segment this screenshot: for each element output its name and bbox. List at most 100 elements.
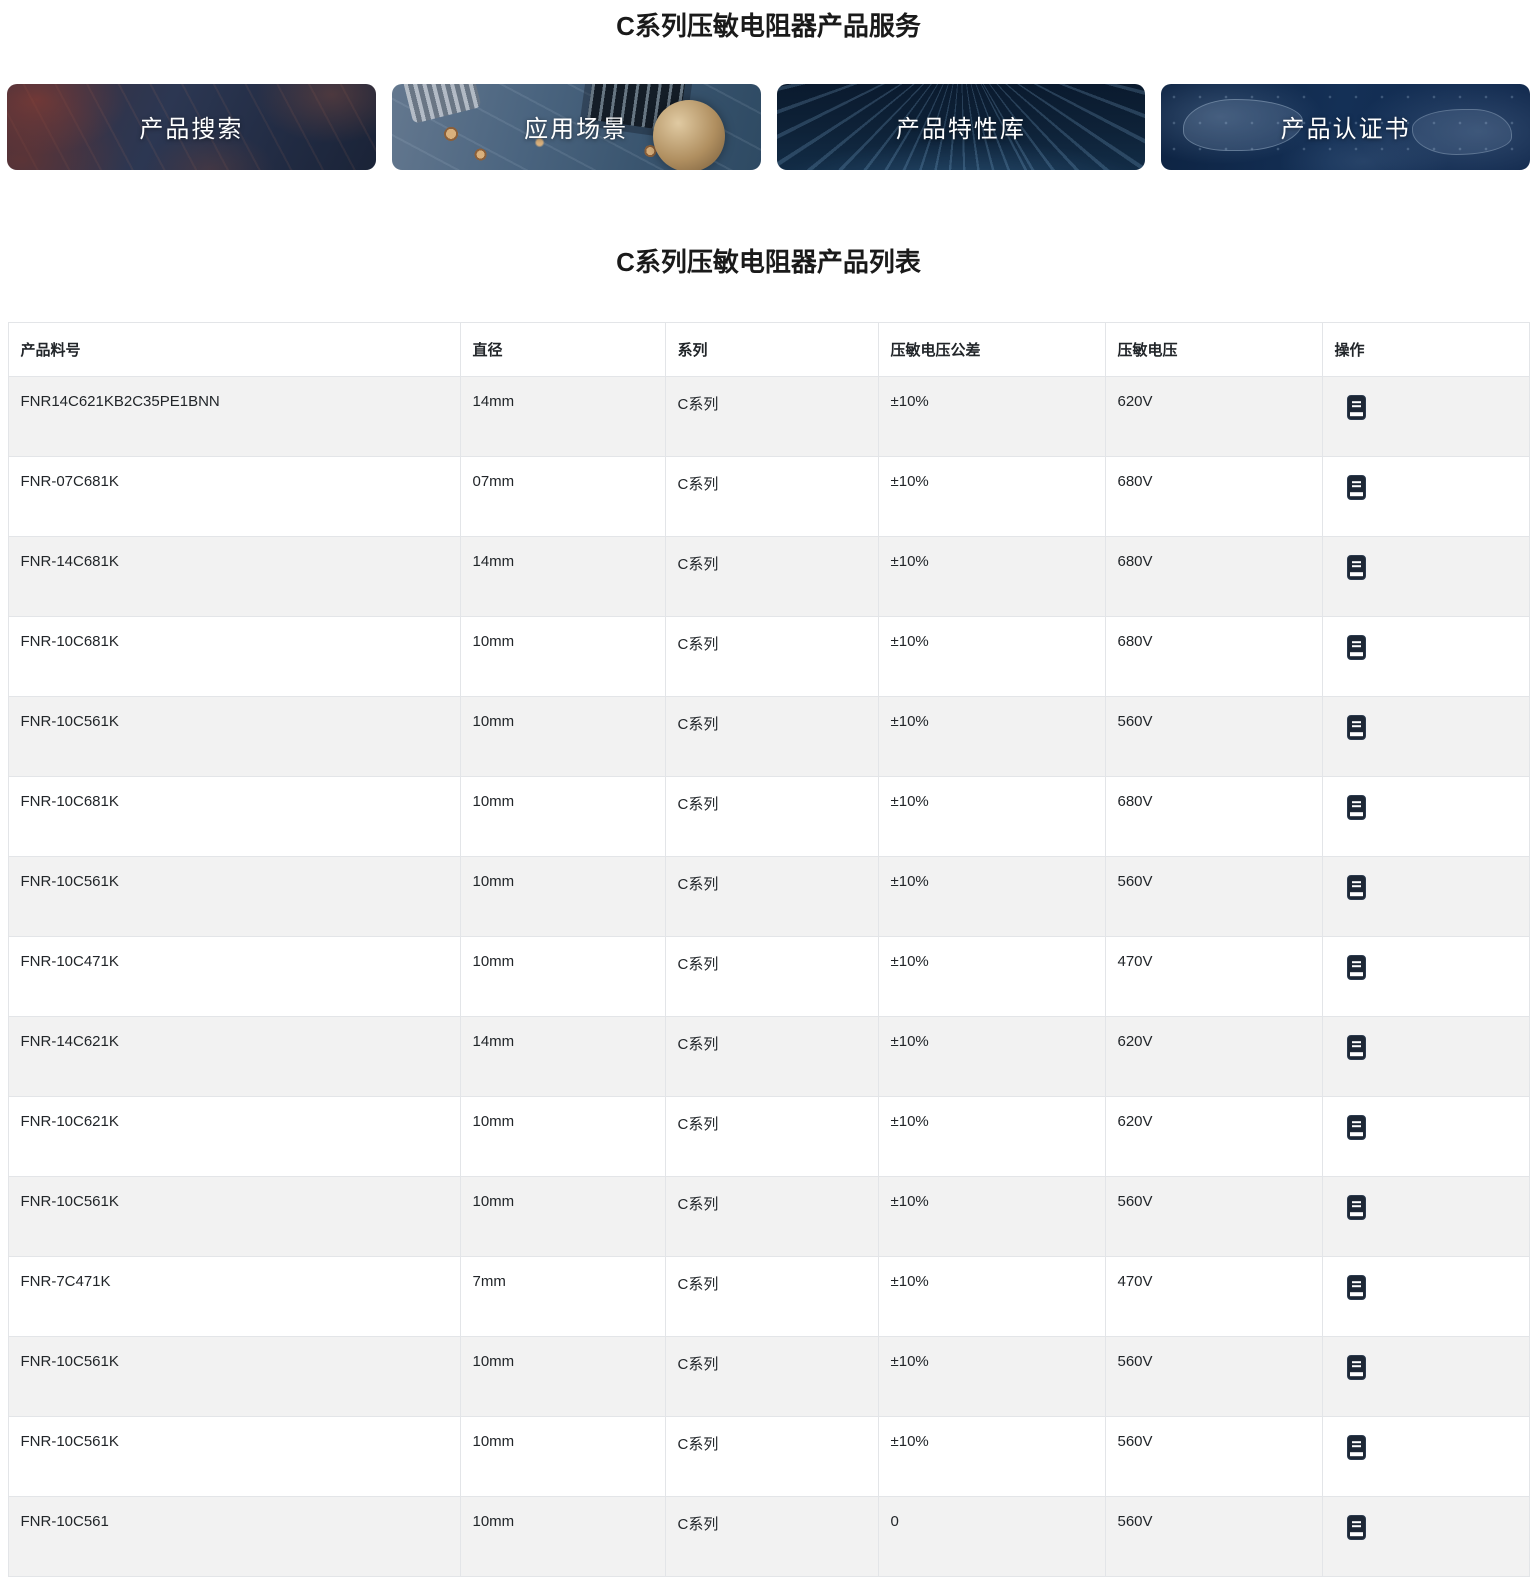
nav-banner-row: 产品搜索 应用场景 产品特性库 产品认证书 [0,84,1537,170]
book-icon [1347,715,1366,740]
book-icon [1347,1435,1366,1460]
cell-series: C系列 [665,1337,878,1417]
cell-series: C系列 [665,1417,878,1497]
cell-part-number: FNR14C621KB2C35PE1BNN [8,377,460,457]
cell-part-number: FNR-07C681K [8,457,460,537]
cell-part-number: FNR-14C681K [8,537,460,617]
view-document-button[interactable] [1347,875,1366,900]
cell-part-number: FNR-10C621K [8,1097,460,1177]
cell-diameter: 07mm [460,457,665,537]
cell-voltage-tolerance: ±10% [878,1337,1105,1417]
cell-voltage-tolerance: ±10% [878,1017,1105,1097]
cell-series: C系列 [665,1497,878,1577]
nav-button-product-certificates[interactable]: 产品认证书 [1161,84,1530,170]
cell-voltage-tolerance: ±10% [878,377,1105,457]
cell-part-number: FNR-10C561K [8,857,460,937]
column-header-series: 系列 [665,323,878,377]
cell-voltage-tolerance: ±10% [878,617,1105,697]
cell-series: C系列 [665,1257,878,1337]
nav-button-product-search[interactable]: 产品搜索 [7,84,376,170]
cell-varistor-voltage: 680V [1105,537,1322,617]
book-icon [1347,875,1366,900]
table-header-row: 产品料号 直径 系列 压敏电压公差 压敏电压 操作 [8,323,1529,377]
table-row: FNR-10C681K 10mm C系列 ±10% 680V [8,777,1529,857]
view-document-button[interactable] [1347,1275,1366,1300]
pcb-coil-decor [402,84,481,124]
cell-diameter: 10mm [460,617,665,697]
cell-diameter: 10mm [460,1177,665,1257]
cell-actions [1322,537,1529,617]
cell-varistor-voltage: 470V [1105,1257,1322,1337]
table-row: FNR-10C561K 10mm C系列 ±10% 560V [8,1417,1529,1497]
cell-voltage-tolerance: ±10% [878,537,1105,617]
cell-varistor-voltage: 620V [1105,1097,1322,1177]
cell-actions [1322,457,1529,537]
nav-button-product-characteristics-library[interactable]: 产品特性库 [777,84,1146,170]
view-document-button[interactable] [1347,1035,1366,1060]
cell-diameter: 7mm [460,1257,665,1337]
view-document-button[interactable] [1347,1355,1366,1380]
table-row: FNR-07C681K 07mm C系列 ±10% 680V [8,457,1529,537]
cell-series: C系列 [665,1097,878,1177]
view-document-button[interactable] [1347,795,1366,820]
cell-series: C系列 [665,857,878,937]
cell-diameter: 10mm [460,1497,665,1577]
column-header-varistor-voltage: 压敏电压 [1105,323,1322,377]
cell-series: C系列 [665,697,878,777]
cell-part-number: FNR-10C561 [8,1497,460,1577]
view-document-button[interactable] [1347,955,1366,980]
cell-series: C系列 [665,937,878,1017]
nav-button-label: 产品特性库 [896,109,1026,144]
view-document-button[interactable] [1347,1515,1366,1540]
cell-actions [1322,857,1529,937]
cell-diameter: 10mm [460,857,665,937]
nav-button-label: 产品认证书 [1281,109,1411,144]
cell-actions [1322,697,1529,777]
cell-part-number: FNR-14C621K [8,1017,460,1097]
cell-actions [1322,777,1529,857]
page-title: C系列压敏电阻器产品服务 [0,10,1537,43]
view-document-button[interactable] [1347,1435,1366,1460]
view-document-button[interactable] [1347,715,1366,740]
cell-part-number: FNR-10C561K [8,1417,460,1497]
cell-part-number: FNR-10C471K [8,937,460,1017]
nav-button-application-scenarios[interactable]: 应用场景 [392,84,761,170]
book-icon [1347,1195,1366,1220]
cell-actions [1322,1097,1529,1177]
book-icon [1347,955,1366,980]
cell-series: C系列 [665,617,878,697]
cell-diameter: 10mm [460,697,665,777]
cell-actions [1322,617,1529,697]
cell-varistor-voltage: 680V [1105,777,1322,857]
table-row: FNR-10C471K 10mm C系列 ±10% 470V [8,937,1529,1017]
view-document-button[interactable] [1347,1115,1366,1140]
cell-voltage-tolerance: ±10% [878,1177,1105,1257]
nav-button-label: 产品搜索 [139,109,243,144]
column-header-actions: 操作 [1322,323,1529,377]
table-row: FNR-10C561 10mm C系列 0 560V [8,1497,1529,1577]
view-document-button[interactable] [1347,475,1366,500]
view-document-button[interactable] [1347,555,1366,580]
cell-varistor-voltage: 680V [1105,617,1322,697]
column-header-voltage-tolerance: 压敏电压公差 [878,323,1105,377]
pcb-capacitor-decor [653,100,725,170]
view-document-button[interactable] [1347,395,1366,420]
cell-diameter: 10mm [460,1337,665,1417]
view-document-button[interactable] [1347,1195,1366,1220]
cell-varistor-voltage: 560V [1105,1337,1322,1417]
cell-series: C系列 [665,457,878,537]
cell-part-number: FNR-10C561K [8,697,460,777]
cell-part-number: FNR-10C681K [8,617,460,697]
cell-voltage-tolerance: ±10% [878,857,1105,937]
product-table-header: 产品料号 直径 系列 压敏电压公差 压敏电压 操作 [8,323,1529,377]
cell-voltage-tolerance: ±10% [878,1257,1105,1337]
cell-actions [1322,1257,1529,1337]
cell-varistor-voltage: 560V [1105,697,1322,777]
view-document-button[interactable] [1347,635,1366,660]
cell-varistor-voltage: 620V [1105,1017,1322,1097]
table-row: FNR-10C621K 10mm C系列 ±10% 620V [8,1097,1529,1177]
cell-diameter: 14mm [460,537,665,617]
book-icon [1347,635,1366,660]
table-row: FNR14C621KB2C35PE1BNN 14mm C系列 ±10% 620V [8,377,1529,457]
cell-varistor-voltage: 560V [1105,857,1322,937]
